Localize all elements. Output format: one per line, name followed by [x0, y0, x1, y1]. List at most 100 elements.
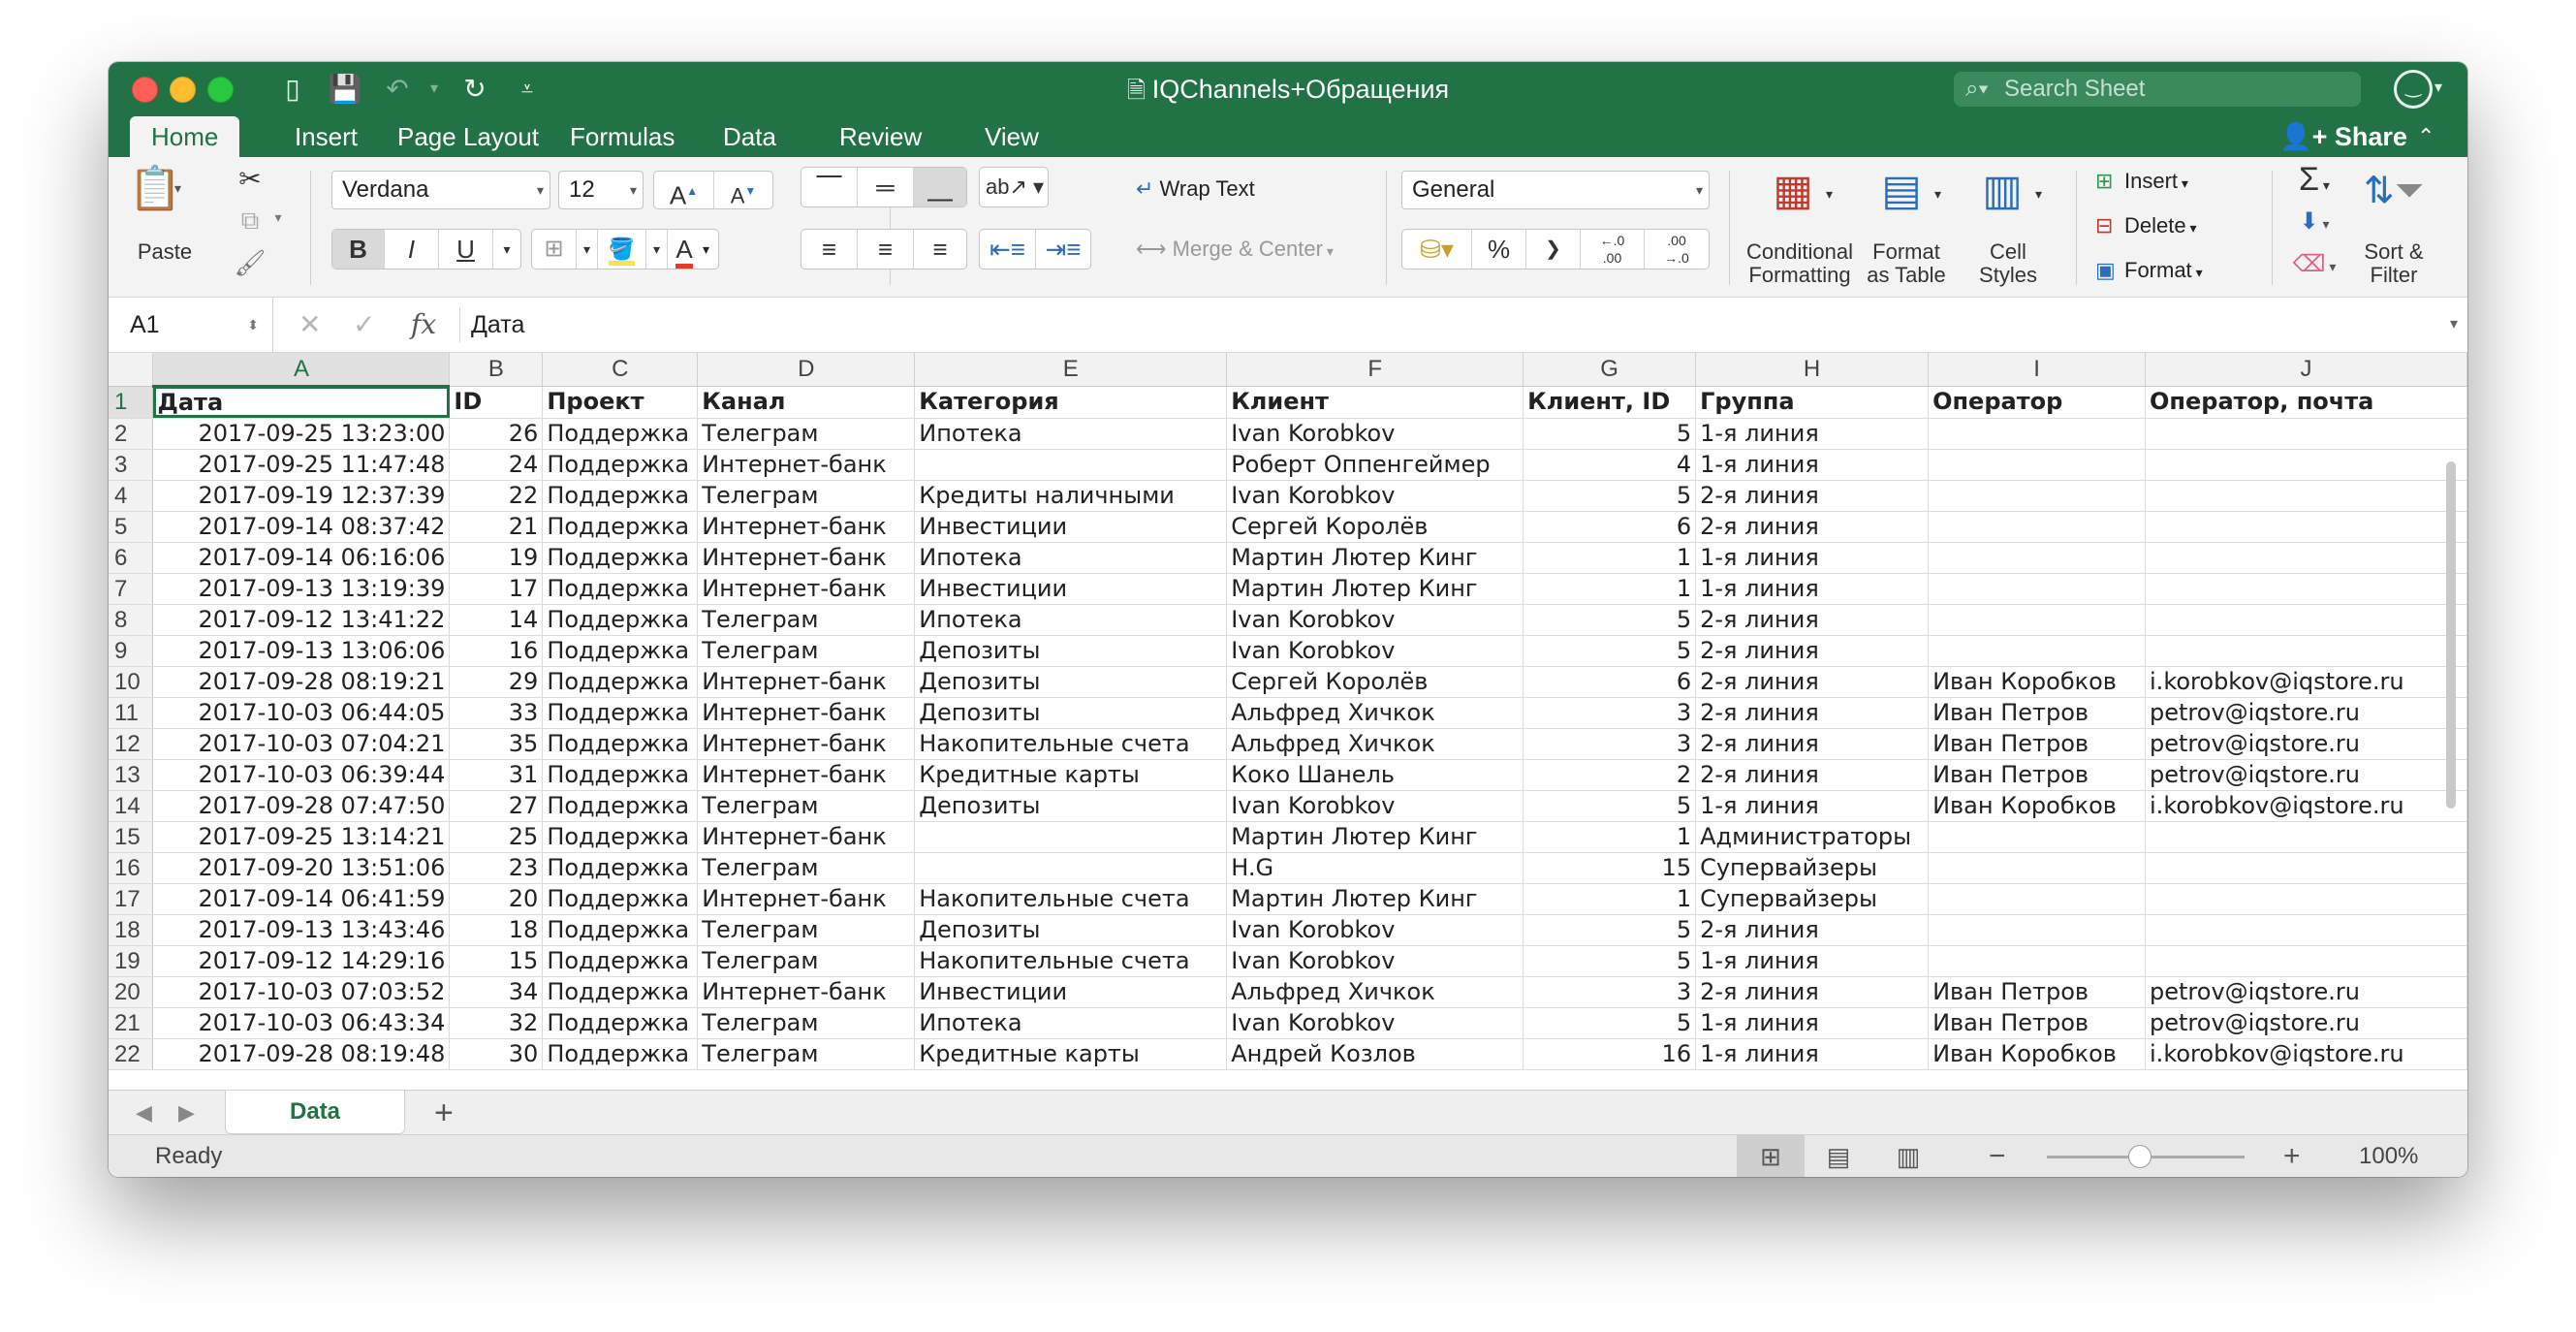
cell[interactable]	[2145, 480, 2467, 512]
copy-dropdown-icon[interactable]: ▾	[271, 209, 285, 226]
cell[interactable]: Иван Петров	[1928, 759, 2147, 791]
cell[interactable]: Телеграм	[697, 852, 916, 884]
cell[interactable]: Телеграм	[697, 1007, 916, 1039]
row-header[interactable]: 19	[109, 945, 154, 977]
cell[interactable]: 2017-09-25 11:47:48	[152, 449, 451, 481]
row-header[interactable]: 4	[109, 480, 154, 512]
cell[interactable]	[2145, 604, 2467, 636]
cell[interactable]: Поддержка	[542, 852, 699, 884]
cell[interactable]: Телеграм	[697, 790, 916, 822]
cell[interactable]: 30	[449, 1038, 544, 1070]
conditional-dropdown-icon[interactable]: ▾	[1826, 182, 1833, 206]
bold-button[interactable]: B	[332, 230, 385, 269]
cell[interactable]: Поддержка	[542, 790, 699, 822]
cell[interactable]: 22	[449, 480, 544, 512]
cell[interactable]: Поддержка	[542, 542, 699, 574]
cell[interactable]: 5	[1523, 914, 1697, 946]
fill-color-icon[interactable]: 🪣	[598, 230, 646, 269]
zoom-in-button[interactable]: +	[2283, 1135, 2301, 1177]
format-cells-button[interactable]: ▣ Format ▾	[2095, 258, 2203, 283]
cell[interactable]: 1-я линия	[1695, 1007, 1930, 1039]
cell[interactable]: 27	[449, 790, 544, 822]
cell[interactable]: Ivan Korobkov	[1226, 1007, 1524, 1039]
conditional-formatting-button[interactable]: Conditional Formatting	[1737, 240, 1863, 287]
cell[interactable]: 5	[1523, 604, 1697, 636]
paste-dropdown-icon[interactable]: ▾	[174, 176, 181, 200]
cell[interactable]: Ivan Korobkov	[1226, 604, 1524, 636]
wrap-text-button[interactable]: ↵ Wrap Text	[1136, 176, 1255, 202]
borders-icon[interactable]: ⊞	[532, 230, 577, 269]
cell[interactable]: Депозиты	[914, 635, 1228, 667]
cell[interactable]: Администраторы	[1695, 821, 1930, 853]
cell[interactable]: 15	[1523, 852, 1697, 884]
cell[interactable]: Поддержка	[542, 945, 699, 977]
row-header[interactable]: 15	[109, 821, 154, 853]
cell[interactable]: 2017-09-28 08:19:48	[152, 1038, 451, 1070]
cell[interactable]	[914, 852, 1228, 884]
cell[interactable]: Иван Петров	[1928, 1007, 2147, 1039]
copy-icon[interactable]: ⧉	[233, 206, 267, 240]
cell[interactable]: Накопительные счета	[914, 728, 1228, 760]
cell[interactable]: 2-я линия	[1695, 666, 1930, 698]
cell[interactable]: Оператор	[1928, 386, 2147, 419]
cell[interactable]: 5	[1523, 790, 1697, 822]
cell[interactable]: i.korobkov@iqstore.ru	[2145, 790, 2467, 822]
cell[interactable]: 3	[1523, 697, 1697, 729]
expand-formula-bar-icon[interactable]: ▾	[2450, 298, 2458, 352]
cell[interactable]: 33	[449, 697, 544, 729]
cell[interactable]	[1928, 604, 2147, 636]
cell[interactable]: 5	[1523, 480, 1697, 512]
cell[interactable]	[2145, 945, 2467, 977]
conditional-formatting-icon[interactable]: ▦	[1764, 167, 1822, 215]
cell[interactable]	[2145, 883, 2467, 915]
zoom-slider-knob[interactable]	[2128, 1145, 2152, 1168]
cell[interactable]	[2145, 852, 2467, 884]
cell[interactable]	[1928, 883, 2147, 915]
cell[interactable]: Кредитные карты	[914, 759, 1228, 791]
cell[interactable]: 4	[1523, 449, 1697, 481]
cell[interactable]: Иван Коробков	[1928, 790, 2147, 822]
font-color-icon[interactable]: A	[668, 230, 701, 269]
cell[interactable]: 6	[1523, 511, 1697, 543]
cell[interactable]: Клиент, ID	[1523, 386, 1697, 419]
cell[interactable]: Телеграм	[697, 1038, 916, 1070]
cell[interactable]: 2017-09-12 14:29:16	[152, 945, 451, 977]
cell[interactable]: Поддержка	[542, 573, 699, 605]
cell[interactable]: 2017-09-28 08:19:21	[152, 666, 451, 698]
row-header[interactable]: 13	[109, 759, 154, 791]
format-as-table-button[interactable]: Format as Table	[1863, 240, 1950, 287]
decrease-indent-icon[interactable]: ⇤≡	[980, 230, 1036, 269]
column-header[interactable]: I	[1928, 353, 2147, 387]
cell[interactable]: 2-я линия	[1695, 480, 1930, 512]
add-sheet-button[interactable]: +	[434, 1091, 454, 1135]
cell[interactable]: 2017-09-13 13:19:39	[152, 573, 451, 605]
cell[interactable]: petrov@iqstore.ru	[2145, 759, 2467, 791]
cell[interactable]: Супервайзеры	[1695, 883, 1930, 915]
cell[interactable]: 18	[449, 914, 544, 946]
cell[interactable]: Поддержка	[542, 635, 699, 667]
cell[interactable]: 32	[449, 1007, 544, 1039]
cell[interactable]: 5	[1523, 635, 1697, 667]
cancel-formula-icon[interactable]: ✕	[298, 298, 321, 352]
insert-cells-button[interactable]: ⊞ Insert ▾	[2095, 169, 2188, 194]
cell[interactable]: 2017-09-14 06:16:06	[152, 542, 451, 574]
cell[interactable]: Интернет-банк	[697, 573, 916, 605]
align-top-icon[interactable]: ⎺	[801, 168, 858, 206]
cell[interactable]: 2-я линия	[1695, 759, 1930, 791]
cell[interactable]: 2-я линия	[1695, 511, 1930, 543]
collapse-ribbon-icon[interactable]: ⌃	[2417, 116, 2435, 157]
cell[interactable]: 31	[449, 759, 544, 791]
cell[interactable]: petrov@iqstore.ru	[2145, 976, 2467, 1008]
fill-icon[interactable]: ⬇ ▾	[2285, 207, 2343, 242]
cell[interactable]: Телеграм	[697, 604, 916, 636]
cell[interactable]	[1928, 511, 2147, 543]
cell[interactable]: Инвестиции	[914, 511, 1228, 543]
tab-review[interactable]: Review	[818, 116, 943, 157]
cell[interactable]: H.G	[1226, 852, 1524, 884]
cell[interactable]	[1928, 542, 2147, 574]
cell[interactable]: Депозиты	[914, 914, 1228, 946]
cell[interactable]: Поддержка	[542, 759, 699, 791]
increase-decimal-button[interactable]: ←.0 .00	[1581, 230, 1645, 269]
cell[interactable]: petrov@iqstore.ru	[2145, 1007, 2467, 1039]
cell[interactable]: 2-я линия	[1695, 604, 1930, 636]
